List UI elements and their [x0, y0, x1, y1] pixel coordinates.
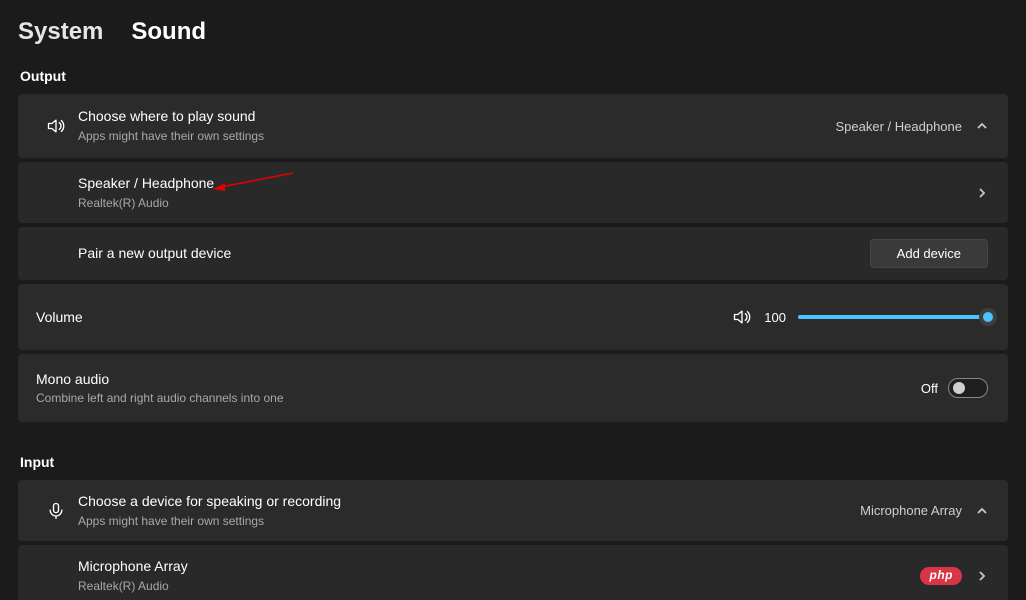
mono-toggle[interactable]: [948, 378, 988, 398]
input-device-sub: Realtek(R) Audio: [78, 578, 920, 594]
add-device-button[interactable]: Add device: [870, 239, 988, 268]
chevron-up-icon: [976, 120, 988, 132]
input-device-row[interactable]: Microphone Array Realtek(R) Audio php: [18, 545, 1008, 600]
chevron-up-icon: [976, 505, 988, 517]
pair-output-row: Pair a new output device Add device: [18, 227, 1008, 280]
pair-output-label: Pair a new output device: [78, 244, 870, 263]
choose-output-title: Choose where to play sound: [78, 107, 836, 126]
output-device-sub: Realtek(R) Audio: [78, 195, 976, 211]
input-device-title: Microphone Array: [78, 557, 920, 576]
volume-label: Volume: [36, 309, 732, 325]
choose-output-value: Speaker / Headphone: [836, 119, 962, 134]
choose-input-value: Microphone Array: [860, 503, 962, 518]
mono-audio-row: Mono audio Combine left and right audio …: [18, 354, 1008, 422]
section-title-output: Output: [20, 68, 1008, 84]
volume-row: Volume 100: [18, 284, 1008, 350]
volume-value: 100: [764, 310, 786, 325]
chevron-right-icon: [976, 570, 988, 582]
choose-output-row[interactable]: Choose where to play sound Apps might ha…: [18, 94, 1008, 158]
choose-output-subtitle: Apps might have their own settings: [78, 128, 836, 144]
choose-input-row[interactable]: Choose a device for speaking or recordin…: [18, 480, 1008, 541]
mono-state-label: Off: [921, 381, 938, 396]
volume-slider[interactable]: [798, 308, 988, 326]
speaker-icon: [34, 116, 78, 136]
breadcrumb-system[interactable]: System: [18, 18, 103, 46]
breadcrumb: System Sound: [18, 18, 1008, 46]
output-device-row[interactable]: Speaker / Headphone Realtek(R) Audio: [18, 162, 1008, 223]
choose-input-title: Choose a device for speaking or recordin…: [78, 492, 860, 511]
speaker-icon[interactable]: [732, 307, 752, 327]
page-title: Sound: [131, 18, 206, 46]
output-device-title: Speaker / Headphone: [78, 174, 976, 193]
chevron-right-icon: [976, 187, 988, 199]
mono-audio-title: Mono audio: [36, 370, 921, 389]
section-title-input: Input: [20, 454, 1008, 470]
microphone-icon: [34, 501, 78, 521]
php-badge: php: [920, 567, 963, 585]
toggle-knob: [953, 382, 965, 394]
choose-input-subtitle: Apps might have their own settings: [78, 513, 860, 529]
mono-audio-sub: Combine left and right audio channels in…: [36, 390, 921, 406]
